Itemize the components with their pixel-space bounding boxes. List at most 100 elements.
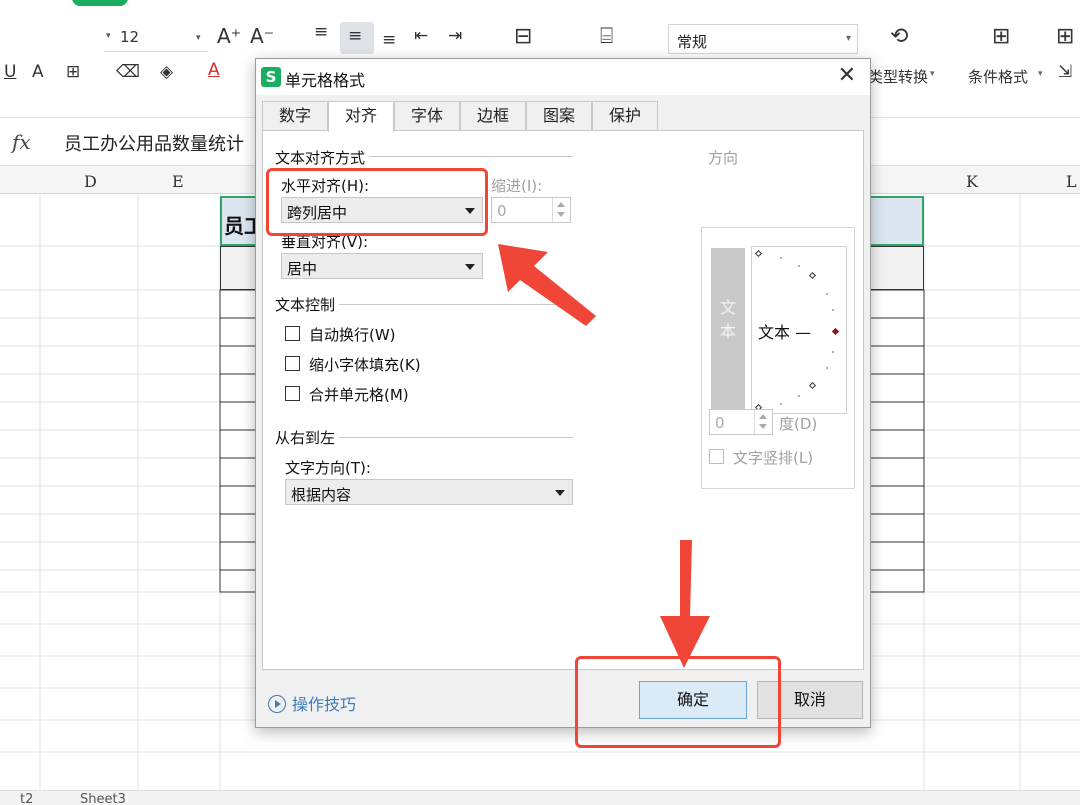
indent-stepper[interactable]: 0 (491, 197, 571, 223)
number-format-value: 常规 (677, 33, 708, 51)
dial-marker (808, 381, 817, 390)
vertical-text-label[interactable]: 文字竖排(L) (733, 447, 813, 468)
tab-alignment[interactable]: 对齐 (328, 101, 394, 132)
chevron-down-icon: ▾ (1038, 69, 1043, 79)
formula-input[interactable]: 员工办公用品数量统计 (64, 130, 244, 156)
vertical-text-toggle[interactable]: 文 本 (711, 248, 745, 414)
column-header-e[interactable]: E (172, 172, 184, 191)
type-convert-button[interactable]: 类型转换 (868, 66, 928, 87)
dial-dot (798, 265, 800, 267)
column-header-d[interactable]: D (84, 172, 97, 191)
dial-dot (832, 351, 834, 353)
app-badge (72, 0, 128, 6)
chevron-down-icon (555, 490, 565, 496)
play-icon (268, 695, 286, 713)
dialog-title: 单元格格式 (285, 71, 366, 90)
underline-icon[interactable]: U (4, 64, 16, 81)
vertical-text-char: 本 (720, 322, 737, 341)
degree-stepper[interactable]: 0 (709, 409, 773, 435)
tab-pattern[interactable]: 图案 (526, 101, 592, 131)
chevron-down-icon: ▾ (930, 69, 935, 79)
erase-format-icon[interactable]: ⌫ (116, 64, 140, 81)
vertical-text-char: 文 (720, 298, 737, 317)
fx-icon[interactable]: fx (12, 130, 31, 154)
font-size-value: 12 (120, 28, 140, 46)
tab-protection[interactable]: 保护 (592, 101, 658, 131)
align-top-icon[interactable]: ≡ (314, 24, 328, 41)
shrink-to-fit-label[interactable]: 缩小字体填充(K) (309, 354, 421, 375)
table-style-icon[interactable]: ⊞ (1056, 26, 1074, 48)
degree-value: 0 (715, 414, 725, 432)
wrap-text-icon[interactable]: ⌸ (600, 26, 613, 48)
wrap-text-label[interactable]: 自动换行(W) (309, 324, 396, 345)
wps-logo-icon: S (261, 67, 281, 87)
text-direction-value: 根据内容 (291, 486, 352, 504)
orientation-group-title: 方向 (705, 147, 742, 168)
dial-dot (826, 293, 828, 295)
vertical-align-select[interactable]: 居中 (281, 253, 483, 279)
format-cells-dialog: S 单元格格式 ✕ 数字 对齐 字体 边框 图案 保护 文本对齐方式 水平对齐(… (255, 58, 871, 728)
tab-font[interactable]: 字体 (394, 101, 460, 131)
shrink-to-fit-checkbox[interactable] (285, 356, 300, 371)
annotation-highlight-ok (575, 656, 781, 748)
tips-link[interactable]: 操作技巧 (268, 691, 356, 715)
font-size-select[interactable]: ▾ 12 ▾ (104, 26, 208, 52)
sheet-tab-bar: t2 Sheet3 (0, 790, 1080, 805)
dial-dot (832, 309, 834, 311)
font-color-icon[interactable]: A (208, 62, 220, 79)
degree-label: 度(D) (779, 415, 818, 433)
tab-number[interactable]: 数字 (262, 101, 328, 131)
shrink-font-button[interactable]: A⁻ (250, 26, 274, 46)
sheet-tab-1[interactable]: t2 (20, 792, 33, 805)
vertical-text-checkbox[interactable] (709, 449, 724, 464)
column-header-l[interactable]: L (1066, 172, 1077, 191)
font-size-dropdown-icon: ▾ (196, 33, 201, 43)
border-icon[interactable]: ⊞ (66, 64, 80, 81)
text-alignment-group-title: 文本对齐方式 (275, 147, 370, 168)
indent-value: 0 (497, 202, 507, 220)
text-direction-label: 文字方向(T): (285, 459, 371, 477)
chevron-down-icon: ▾ (845, 33, 851, 44)
fill-icon[interactable]: ⇲ (1058, 64, 1072, 81)
decrease-indent-icon[interactable]: ⇤ (414, 28, 428, 45)
fill-color-icon[interactable]: ◈ (160, 64, 173, 81)
type-convert-icon[interactable]: ⟲ (890, 26, 908, 48)
rtl-group-title: 从右到左 (275, 427, 340, 448)
column-header-k[interactable]: K (966, 172, 978, 191)
merge-cells-label[interactable]: 合并单元格(M) (309, 384, 409, 405)
stepper-arrows-icon[interactable] (754, 410, 772, 434)
wrap-text-checkbox[interactable] (285, 326, 300, 341)
orientation-dial[interactable]: 文本 — (751, 246, 847, 414)
dial-active-marker[interactable] (831, 327, 840, 336)
tips-link-text: 操作技巧 (292, 695, 357, 714)
merge-center-icon[interactable]: ⊟ (514, 26, 532, 48)
sheet-tab-2[interactable]: Sheet3 (80, 792, 126, 805)
increase-indent-icon[interactable]: ⇥ (448, 28, 462, 45)
font-size-arrow-icon: ▾ (106, 31, 111, 41)
dial-dot (780, 403, 782, 405)
text-direction-select[interactable]: 根据内容 (285, 479, 573, 505)
stepper-arrows-icon[interactable] (552, 198, 570, 222)
strikethrough-icon[interactable]: A (32, 64, 44, 81)
close-icon[interactable]: ✕ (838, 63, 856, 88)
text-control-group-title: 文本控制 (275, 294, 340, 315)
annotation-highlight-horizontal (266, 168, 488, 236)
vertical-align-value: 居中 (287, 260, 318, 278)
chevron-down-icon (465, 264, 475, 270)
merge-cells-checkbox[interactable] (285, 386, 300, 401)
tab-border[interactable]: 边框 (460, 101, 526, 131)
dial-marker (754, 249, 763, 258)
indent-label: 缩进(I): (491, 177, 543, 195)
align-middle-icon[interactable]: ≡ (348, 28, 362, 45)
conditional-format-icon[interactable]: ⊞ (992, 26, 1010, 48)
dialog-title-bar[interactable]: S 单元格格式 ✕ (256, 59, 870, 95)
dial-dot (798, 395, 800, 397)
dial-dot (826, 367, 828, 369)
dial-text: 文本 — (758, 323, 812, 342)
dial-marker (808, 271, 817, 280)
conditional-format-button[interactable]: 条件格式 (968, 66, 1028, 87)
grow-font-button[interactable]: A⁺ (217, 26, 241, 46)
dial-dot (780, 257, 782, 259)
number-format-select[interactable]: 常规 ▾ (668, 24, 858, 54)
align-bottom-icon[interactable]: ≡ (382, 32, 396, 49)
